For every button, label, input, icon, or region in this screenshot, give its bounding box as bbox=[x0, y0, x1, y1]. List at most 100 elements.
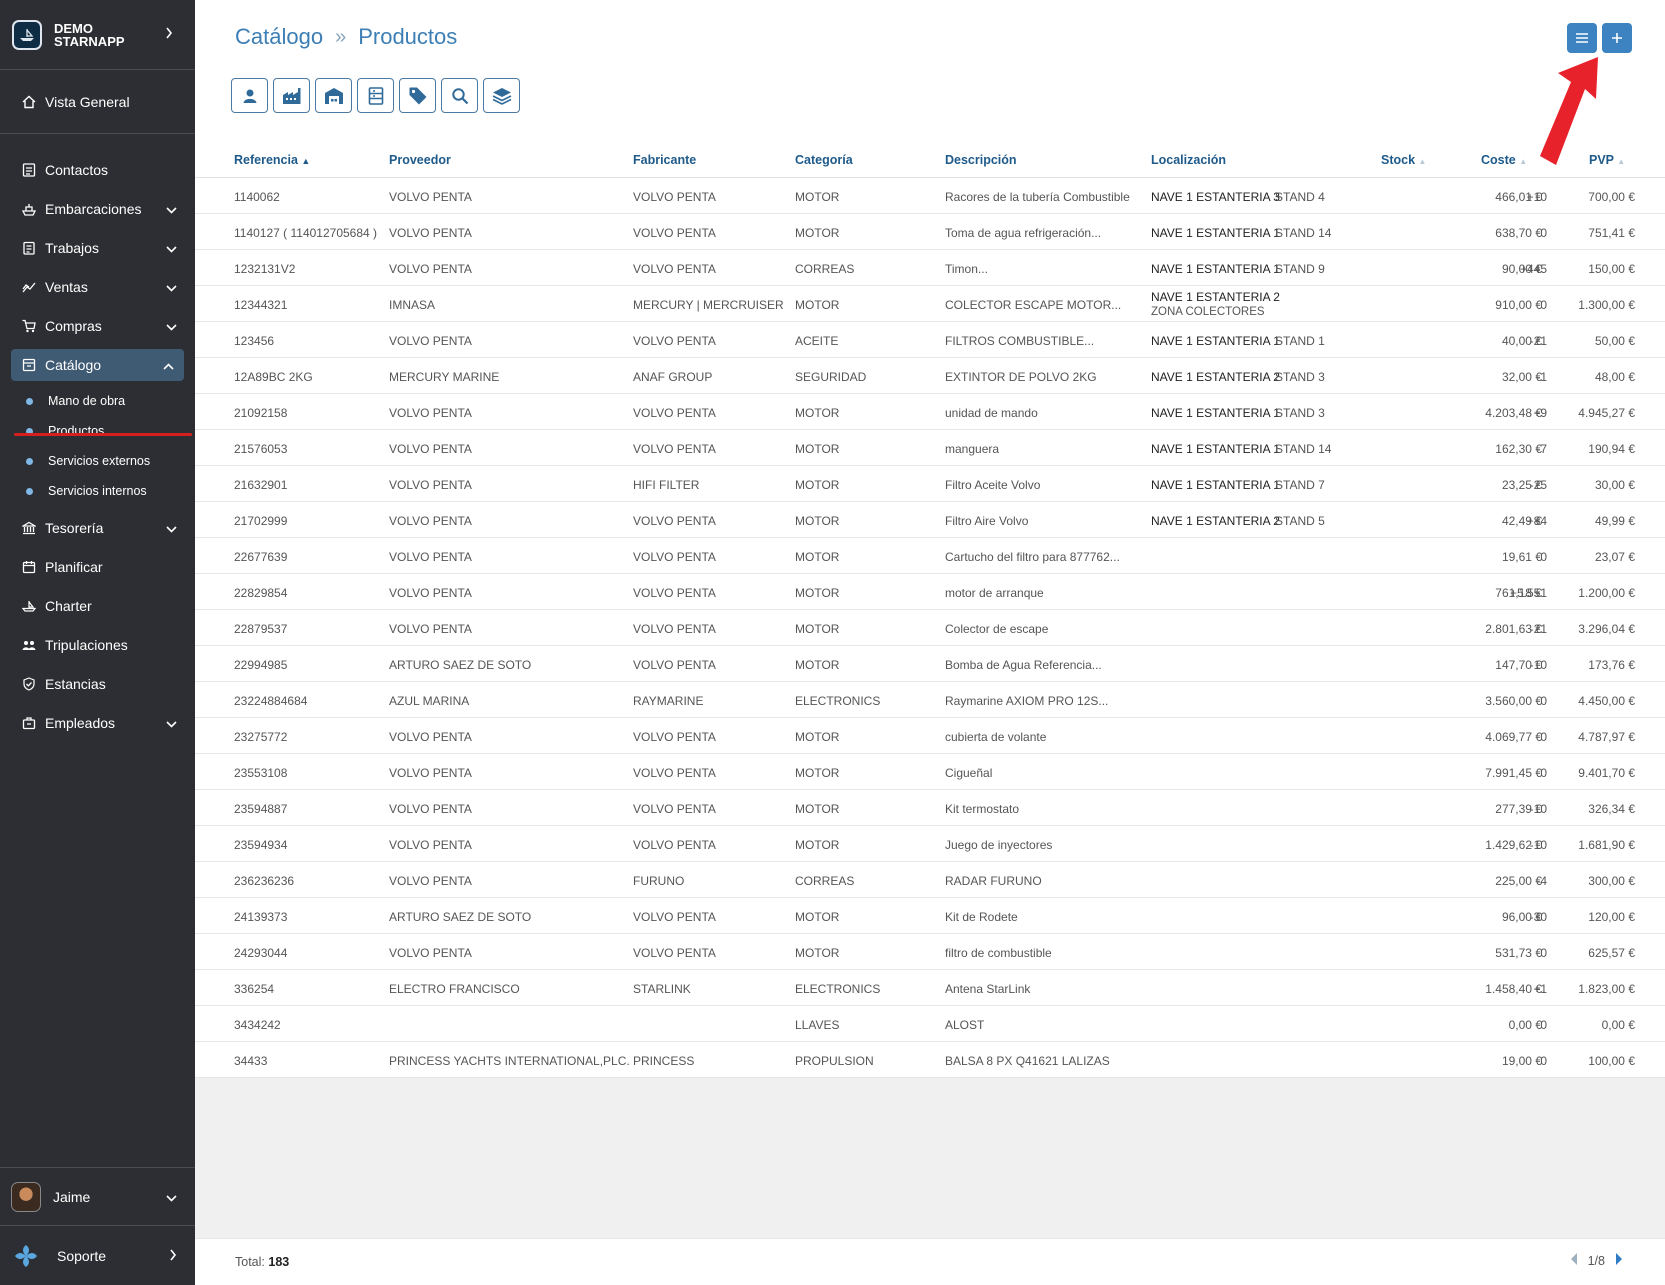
sub-mano-de-obra[interactable]: Mano de obra bbox=[0, 386, 195, 416]
nav-estancias[interactable]: Estancias bbox=[0, 664, 195, 703]
cell-loc1: NAVE 1 ESTANTERIA 2 bbox=[1151, 370, 1280, 384]
nav-embarcaciones[interactable]: Embarcaciones bbox=[0, 189, 195, 228]
nav-compras[interactable]: Compras bbox=[0, 306, 195, 345]
sub-servicios-internos[interactable]: Servicios internos bbox=[0, 476, 195, 506]
cell-coste: 531,73 € bbox=[1495, 946, 1542, 960]
table-row[interactable]: 23224884684 AZUL MARINA RAYMARINE ELECTRONI… bbox=[195, 682, 1665, 718]
table-row[interactable]: 336254 ELECTRO FRANCISCO STARLINK ELECTRONI… bbox=[195, 970, 1665, 1006]
table-row[interactable]: 23275772 VOLVO PENTA VOLVO PENTA MOTOR cubie… bbox=[195, 718, 1665, 754]
table-row[interactable]: 21632901 VOLVO PENTA HIFI FILTER MOTOR Filtr… bbox=[195, 466, 1665, 502]
table-row[interactable]: 21576053 VOLVO PENTA VOLVO PENTA MOTOR mangu… bbox=[195, 430, 1665, 466]
table-row[interactable]: 123456 VOLVO PENTA VOLVO PENTA ACEITE FILTRO… bbox=[195, 322, 1665, 358]
sub-productos[interactable]: Productos bbox=[0, 416, 195, 446]
col-coste[interactable]: Coste ▲ bbox=[1481, 153, 1527, 167]
table-row[interactable]: 3434242 LLAVES ALOST 0 0,00 €0,00 € bbox=[195, 1006, 1665, 1042]
layers-button[interactable] bbox=[483, 78, 520, 113]
filter-contact-button[interactable] bbox=[231, 78, 268, 113]
table-row[interactable]: 23553108 VOLVO PENTA VOLVO PENTA MOTOR Cigue… bbox=[195, 754, 1665, 790]
cell-ref: 24139373 bbox=[234, 910, 288, 924]
cell-pvp: 326,34 € bbox=[1588, 802, 1635, 816]
cell-prov: VOLVO PENTA bbox=[389, 226, 472, 240]
support-link[interactable]: Soporte bbox=[0, 1225, 195, 1285]
col-categoria[interactable]: Categoría bbox=[795, 153, 853, 167]
filter-tag-button[interactable] bbox=[399, 78, 436, 113]
table-row[interactable]: 23594887 VOLVO PENTA VOLVO PENTA MOTOR Kit t… bbox=[195, 790, 1665, 826]
cell-desc: Toma de agua refrigeración... bbox=[945, 226, 1102, 240]
table-row[interactable]: 24293044 VOLVO PENTA VOLVO PENTA MOTOR filtr… bbox=[195, 934, 1665, 970]
col-proveedor[interactable]: Proveedor bbox=[389, 153, 451, 167]
nav-ventas[interactable]: Ventas bbox=[0, 267, 195, 306]
chevron-down-icon bbox=[166, 240, 177, 256]
boat-icon bbox=[21, 598, 37, 614]
table-row[interactable]: 1140062 VOLVO PENTA VOLVO PENTA MOTOR Racore… bbox=[195, 178, 1665, 214]
list-menu-button[interactable] bbox=[1567, 23, 1597, 53]
filter-manufacturer-button[interactable] bbox=[273, 78, 310, 113]
table-row[interactable]: 22879537 VOLVO PENTA VOLVO PENTA MOTOR Colec… bbox=[195, 610, 1665, 646]
cell-fab: VOLVO PENTA bbox=[633, 586, 716, 600]
table-row[interactable]: 34433 PRINCESS YACHTS INTERNATIONAL,PLC. P… bbox=[195, 1042, 1665, 1078]
cell-coste: 910,00 € bbox=[1495, 298, 1542, 312]
sub-servicios-externos[interactable]: Servicios externos bbox=[0, 446, 195, 476]
caret-left-icon bbox=[1570, 1253, 1577, 1265]
nav-contactos[interactable]: Contactos bbox=[0, 150, 195, 189]
cell-cat: SEGURIDAD bbox=[795, 370, 867, 384]
col-localizacion[interactable]: Localización bbox=[1151, 153, 1226, 167]
cell-fab: VOLVO PENTA bbox=[633, 946, 716, 960]
cell-coste: 40,00 € bbox=[1501, 334, 1542, 348]
table-row[interactable]: 21702999 VOLVO PENTA VOLVO PENTA MOTOR Filtr… bbox=[195, 502, 1665, 538]
nav-tripulaciones[interactable]: Tripulaciones bbox=[0, 625, 195, 664]
breadcrumb-parent[interactable]: Catálogo bbox=[235, 24, 323, 50]
table-row[interactable]: 1232131V2 VOLVO PENTA VOLVO PENTA CORREAS Ti… bbox=[195, 250, 1665, 286]
nav-trabajos[interactable]: Trabajos bbox=[0, 228, 195, 267]
add-product-button[interactable] bbox=[1602, 23, 1632, 53]
cell-pvp: 300,00 € bbox=[1588, 874, 1635, 888]
nav-vista-general[interactable]: Vista General bbox=[0, 82, 195, 121]
toolbar bbox=[231, 78, 525, 113]
table-row[interactable]: 23594934 VOLVO PENTA VOLVO PENTA MOTOR Juego… bbox=[195, 826, 1665, 862]
col-fabricante[interactable]: Fabricante bbox=[633, 153, 696, 167]
table-row[interactable]: 12344321 IMNASA MERCURY | MERCRUISER MOTOR C… bbox=[195, 286, 1665, 322]
breadcrumb: Catálogo » Productos bbox=[235, 24, 457, 50]
cell-pvp: 1.300,00 € bbox=[1578, 298, 1635, 312]
cell-loc1: NAVE 1 ESTANTERIA 1 bbox=[1151, 478, 1280, 492]
col-descripcion[interactable]: Descripción bbox=[945, 153, 1017, 167]
cell-pvp: 0,00 € bbox=[1601, 1018, 1635, 1032]
col-referencia[interactable]: Referencia ▲ bbox=[234, 153, 310, 167]
nav-label: Catálogo bbox=[45, 357, 102, 373]
cell-pvp: 700,00 € bbox=[1588, 190, 1635, 204]
search-button[interactable] bbox=[441, 78, 478, 113]
user-menu[interactable]: Jaime bbox=[0, 1167, 195, 1225]
cell-desc: manguera bbox=[945, 442, 1000, 456]
nav-label: Planificar bbox=[45, 558, 103, 575]
table-row[interactable]: 236236236 VOLVO PENTA FURUNO CORREAS RADAR F… bbox=[195, 862, 1665, 898]
col-stock[interactable]: Stock ▲ bbox=[1381, 153, 1426, 167]
table-row[interactable]: 1140127 ( 114012705684 ) VOLVO PENTA VOLVO… bbox=[195, 214, 1665, 250]
brand-switcher[interactable]: DEMO STARNAPP bbox=[0, 0, 195, 70]
table-row[interactable]: 22994985 ARTURO SAEZ DE SOTO VOLVO PENTA MO… bbox=[195, 646, 1665, 682]
table-row[interactable]: 24139373 ARTURO SAEZ DE SOTO VOLVO PENTA MO… bbox=[195, 898, 1665, 934]
next-page-button[interactable] bbox=[1615, 1253, 1623, 1268]
nav-planificar[interactable]: Planificar bbox=[0, 547, 195, 586]
table-row[interactable]: 22677639 VOLVO PENTA VOLVO PENTA MOTOR Cartu… bbox=[195, 538, 1665, 574]
nav-label: Estancias bbox=[45, 675, 106, 692]
cell-cat: MOTOR bbox=[795, 226, 840, 240]
nav-tesoreria[interactable]: Tesorería bbox=[0, 508, 195, 547]
cell-loc2: STAND 1 bbox=[1275, 334, 1325, 348]
cell-cat: MOTOR bbox=[795, 766, 840, 780]
cell-fab: VOLVO PENTA bbox=[633, 622, 716, 636]
nav-empleados[interactable]: Empleados bbox=[0, 703, 195, 742]
starnapp-logo bbox=[12, 19, 42, 50]
cell-loc1: NAVE 1 ESTANTERIA 2 bbox=[1151, 514, 1280, 528]
table-row[interactable]: 21092158 VOLVO PENTA VOLVO PENTA MOTOR unida… bbox=[195, 394, 1665, 430]
filter-shelf-button[interactable] bbox=[357, 78, 394, 113]
prev-page-button[interactable] bbox=[1570, 1253, 1578, 1268]
filter-warehouse-button[interactable] bbox=[315, 78, 352, 113]
cell-ref: 23224884684 bbox=[234, 694, 308, 708]
cell-loc1: NAVE 1 ESTANTERIA 1 bbox=[1151, 442, 1280, 456]
cabinet-icon bbox=[368, 86, 383, 105]
nav-catalogo[interactable]: Catálogo bbox=[11, 349, 184, 381]
cell-fab: VOLVO PENTA bbox=[633, 802, 716, 816]
table-row[interactable]: 22829854 VOLVO PENTA VOLVO PENTA MOTOR motor… bbox=[195, 574, 1665, 610]
table-row[interactable]: 12A89BC 2KG MERCURY MARINE ANAF GROUP SEGUR… bbox=[195, 358, 1665, 394]
nav-charter[interactable]: Charter bbox=[0, 586, 195, 625]
